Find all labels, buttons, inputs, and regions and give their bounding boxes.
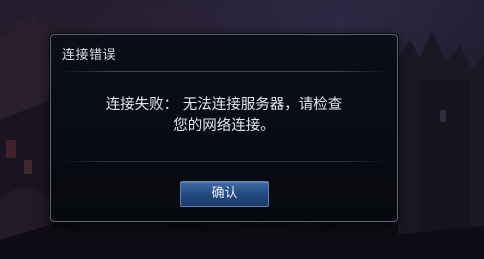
error-message-line-2: 您的网络连接。: [173, 118, 275, 134]
error-message: 连接失败： 无法连接服务器，请检查 您的网络连接。: [81, 95, 367, 137]
title-divider: [61, 71, 387, 72]
game-client-screen: 连接错误 连接失败： 无法连接服务器，请检查 您的网络连接。 确认: [0, 0, 484, 259]
confirm-button[interactable]: 确认: [180, 181, 269, 207]
error-message-line-1: 连接失败： 无法连接服务器，请检查: [105, 97, 343, 113]
connection-error-dialog: 连接错误 连接失败： 无法连接服务器，请检查 您的网络连接。 确认: [50, 34, 398, 222]
footer-divider: [61, 161, 387, 162]
dialog-title: 连接错误: [62, 48, 117, 63]
